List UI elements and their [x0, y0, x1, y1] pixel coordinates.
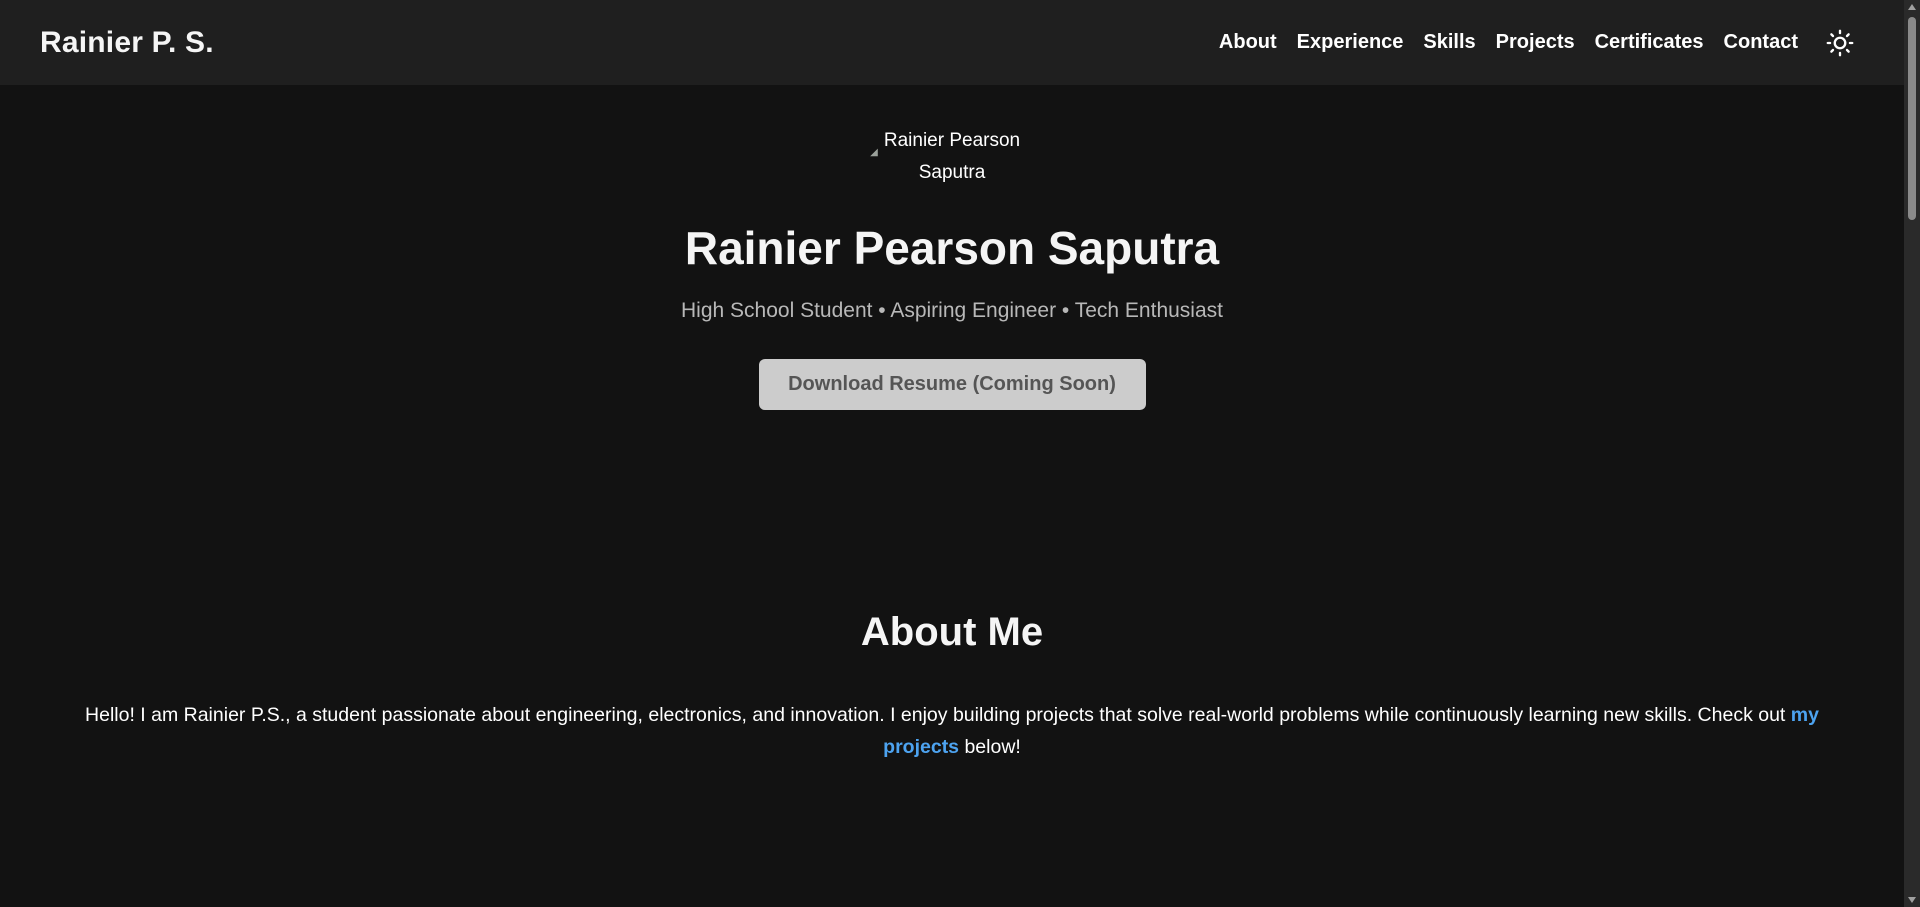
hero-tagline: High School Student • Aspiring Engineer …	[681, 299, 1223, 322]
about-text-end: below!	[959, 736, 1021, 758]
profile-photo-alt-text: Rainier Pearson Saputra	[883, 130, 1021, 183]
about-section: About Me Hello! I am Rainier P.S., a stu…	[0, 610, 1904, 763]
nav-experience[interactable]: Experience	[1297, 31, 1404, 54]
download-resume-button[interactable]: Download Resume (Coming Soon)	[758, 359, 1146, 410]
theme-toggle-button[interactable]	[1820, 23, 1860, 63]
scroll-up-arrow-icon[interactable]	[1904, 0, 1920, 14]
nav-about[interactable]: About	[1219, 31, 1277, 54]
broken-image-icon: ◢	[870, 147, 878, 158]
nav-contact[interactable]: Contact	[1724, 31, 1798, 54]
scrollbar-thumb[interactable]	[1908, 17, 1916, 220]
sun-icon	[1826, 29, 1854, 56]
about-text: Hello! I am Rainier P.S., a student pass…	[52, 699, 1852, 763]
hero-name: Rainier Pearson Saputra	[684, 222, 1220, 274]
nav-certificates[interactable]: Certificates	[1595, 31, 1704, 54]
brand-logo[interactable]: Rainier P. S.	[40, 26, 214, 60]
page-scrollbar[interactable]	[1904, 0, 1920, 907]
about-heading: About Me	[860, 610, 1044, 654]
profile-photo: ◢ Rainier Pearson Saputra	[867, 125, 1037, 189]
nav-skills[interactable]: Skills	[1423, 31, 1475, 54]
scroll-down-arrow-icon[interactable]	[1904, 893, 1920, 907]
page: Rainier P. S. About Experience Skills Pr…	[0, 0, 1904, 907]
navbar: Rainier P. S. About Experience Skills Pr…	[0, 0, 1904, 85]
main-nav: About Experience Skills Projects Certifi…	[1199, 23, 1864, 63]
hero-section: ◢ Rainier Pearson Saputra Rainier Pearso…	[0, 85, 1904, 410]
nav-projects[interactable]: Projects	[1496, 31, 1575, 54]
about-text-intro: Hello! I am Rainier P.S., a student pass…	[85, 704, 1791, 726]
